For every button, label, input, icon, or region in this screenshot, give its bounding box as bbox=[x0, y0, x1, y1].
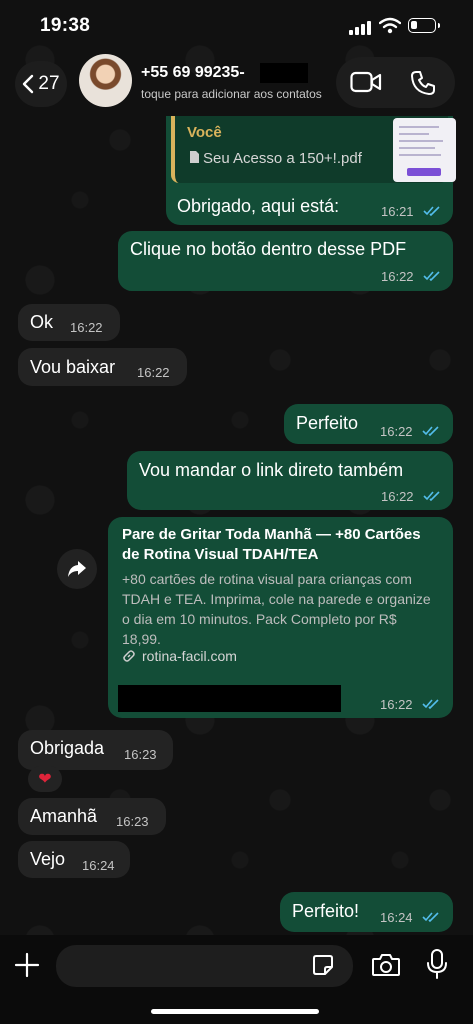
message-time: 16:22 bbox=[380, 424, 413, 439]
contact-name[interactable]: +55 69 99235- bbox=[141, 64, 245, 82]
composer-bar bbox=[0, 935, 473, 1024]
forward-arrow-icon bbox=[68, 561, 86, 577]
message-bubble-incoming[interactable]: Ok 16:22 bbox=[18, 304, 120, 341]
message-bubble-incoming[interactable]: Obrigada 16:23 bbox=[18, 730, 173, 770]
link-description: +80 cartões de rotina visual para crianç… bbox=[122, 571, 431, 647]
message-text: Amanhã bbox=[30, 806, 98, 826]
link-preview-message[interactable]: Pare de Gritar Toda Manhã — +80 Cartões … bbox=[108, 517, 453, 718]
message-text: Ok bbox=[30, 312, 54, 332]
quote-file-name: Seu Acesso a 150+!.pdf bbox=[189, 150, 362, 167]
message-time: 16:22 bbox=[381, 269, 414, 284]
message-time: 16:23 bbox=[116, 814, 149, 829]
phone-call-icon[interactable] bbox=[410, 70, 436, 96]
quote-author: Você bbox=[187, 124, 222, 141]
contact-subtitle[interactable]: toque para adicionar aos contatos bbox=[141, 87, 322, 101]
link-title[interactable]: Pare de Gritar Toda Manhã — +80 Cartões … bbox=[122, 525, 432, 565]
read-receipt-icon bbox=[423, 206, 440, 217]
message-text: Perfeito bbox=[296, 413, 359, 433]
message-time: 16:24 bbox=[82, 858, 115, 873]
plus-icon[interactable] bbox=[14, 952, 40, 978]
message-time: 16:23 bbox=[124, 747, 157, 762]
battery-icon bbox=[408, 18, 440, 33]
message-time: 16:24 bbox=[380, 910, 413, 925]
cellular-signal-icon bbox=[349, 19, 373, 35]
wifi-icon bbox=[379, 17, 401, 34]
message-text: Vou mandar o link direto também bbox=[139, 460, 404, 480]
video-call-icon[interactable] bbox=[350, 71, 382, 93]
microphone-icon[interactable] bbox=[427, 949, 447, 979]
status-bar: 19:38 bbox=[0, 0, 473, 52]
link-icon bbox=[123, 650, 135, 662]
message-bubble-incoming[interactable]: Vou baixar 16:22 bbox=[18, 348, 187, 386]
status-time: 19:38 bbox=[40, 15, 91, 36]
reaction-heart[interactable]: ❤ bbox=[28, 766, 62, 792]
link-domain[interactable]: rotina-facil.com bbox=[142, 648, 237, 664]
message-time: 16:22 bbox=[381, 489, 414, 504]
call-actions bbox=[336, 57, 455, 108]
message-input[interactable] bbox=[56, 945, 353, 987]
chevron-left-icon bbox=[23, 74, 34, 94]
message-bubble-incoming[interactable]: Amanhã 16:23 bbox=[18, 798, 166, 835]
read-receipt-icon bbox=[422, 426, 439, 437]
message-bubble-outgoing[interactable]: Vou mandar o link direto também 16:22 bbox=[127, 451, 453, 510]
message-text: Obrigado, aqui está: bbox=[177, 196, 340, 216]
read-receipt-icon bbox=[423, 491, 440, 502]
read-receipt-icon bbox=[422, 912, 439, 923]
redaction-bar bbox=[118, 685, 341, 712]
read-receipt-icon bbox=[423, 271, 440, 282]
message-bubble-incoming[interactable]: Vejo 16:24 bbox=[18, 841, 130, 878]
home-indicator bbox=[151, 1009, 319, 1014]
document-icon bbox=[190, 151, 199, 163]
message-bubble-outgoing[interactable]: Perfeito! 16:24 bbox=[280, 892, 453, 932]
message-text: Obrigada bbox=[30, 738, 105, 758]
chat-header: 27 +55 69 99235- toque para adicionar ao… bbox=[0, 52, 473, 118]
message-time: 16:22 bbox=[137, 365, 170, 380]
back-button[interactable]: 27 bbox=[15, 61, 67, 107]
redaction-bar bbox=[260, 63, 308, 83]
message-bubble-outgoing[interactable]: Você Seu Acesso a 150+!.pdf Obrigado, aq… bbox=[166, 116, 456, 225]
message-bubble-outgoing[interactable]: Perfeito 16:22 bbox=[284, 404, 453, 444]
forward-button[interactable] bbox=[57, 549, 97, 589]
unread-count: 27 bbox=[38, 73, 60, 94]
message-text: Clique no botão dentro desse PDF bbox=[130, 239, 407, 259]
read-receipt-icon bbox=[422, 699, 439, 710]
message-text: Perfeito! bbox=[292, 901, 360, 921]
message-time: 16:22 bbox=[380, 697, 413, 712]
message-bubble-outgoing[interactable]: Clique no botão dentro desse PDF 16:22 bbox=[118, 231, 453, 291]
quoted-message[interactable]: Você Seu Acesso a 150+!.pdf bbox=[171, 116, 456, 183]
camera-icon[interactable] bbox=[371, 953, 401, 977]
sticker-icon[interactable] bbox=[312, 954, 334, 976]
message-text: Vou baixar bbox=[30, 357, 116, 377]
message-text: Vejo bbox=[30, 849, 66, 869]
contact-avatar[interactable] bbox=[79, 54, 132, 107]
pdf-thumbnail[interactable] bbox=[393, 118, 456, 182]
message-time: 16:22 bbox=[70, 320, 103, 335]
message-time: 16:21 bbox=[381, 204, 414, 219]
